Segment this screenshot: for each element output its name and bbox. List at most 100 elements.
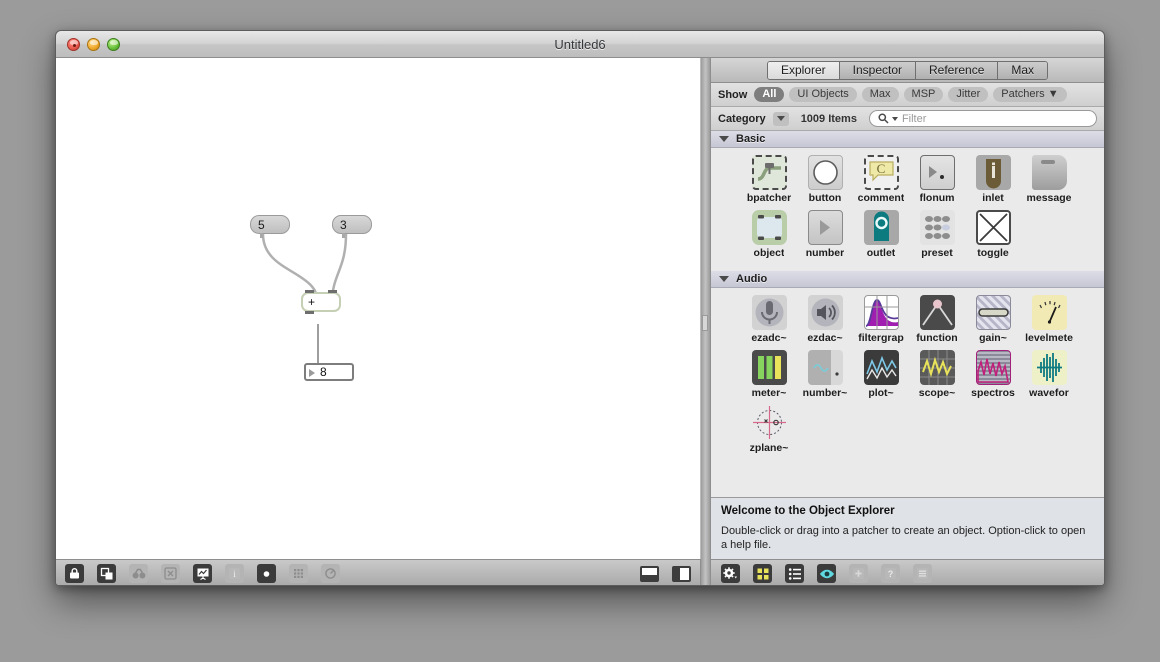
spectroscope-icon (975, 350, 1011, 385)
info-icon[interactable]: i (225, 564, 244, 583)
sidebar-bottom-toolbar: ? (711, 559, 1104, 585)
lock-icon[interactable] (65, 564, 84, 583)
patcher-canvas[interactable]: 5 3 + 8 (56, 58, 701, 559)
palette-item-object[interactable]: object (741, 210, 797, 259)
palette-item-preset[interactable]: preset (909, 210, 965, 259)
disclosure-triangle-icon[interactable] (719, 136, 729, 142)
palette-item-meter[interactable]: meter~ (741, 350, 797, 399)
palette-item-plot[interactable]: plot~ (853, 350, 909, 399)
plus-icon[interactable] (849, 564, 868, 583)
category-dropdown-button[interactable] (772, 111, 789, 126)
divider-grip[interactable] (702, 314, 708, 331)
palette-item-function[interactable]: function (909, 295, 965, 344)
palette-item-comment[interactable]: C comment (853, 155, 909, 204)
search-scope-caret-icon[interactable] (891, 116, 898, 121)
palette-item-filtergraph[interactable]: filtergrap (853, 295, 909, 344)
section-title-basic: Basic (736, 133, 766, 145)
search-input[interactable]: Filter (868, 110, 1097, 127)
chevron-down-icon (776, 116, 785, 121)
palette-label: filtergrap (858, 332, 904, 344)
meter-icon (751, 350, 787, 385)
palette-item-levelmeter[interactable]: levelmete (1021, 295, 1077, 344)
list-view-icon[interactable] (785, 564, 804, 583)
section-header-basic[interactable]: Basic (711, 131, 1104, 148)
filter-pill-all[interactable]: All (754, 87, 785, 102)
palette-item-ezdac[interactable]: ezdac~ (797, 295, 853, 344)
outlet-icon (863, 210, 899, 245)
gain-icon (975, 295, 1011, 330)
waveform-icon (1031, 350, 1067, 385)
message-box-3[interactable]: 3 (332, 215, 372, 238)
grid-icon[interactable] (289, 564, 308, 583)
message-icon (1031, 155, 1067, 190)
palette-label: message (1026, 192, 1072, 204)
info-heading: Welcome to the Object Explorer (721, 505, 895, 517)
palette-item-gain[interactable]: gain~ (965, 295, 1021, 344)
sphere-icon[interactable] (257, 564, 276, 583)
category-label: Category (718, 112, 766, 125)
item-count: 1009 Items (800, 112, 857, 125)
tab-inspector[interactable]: Inspector (839, 61, 916, 79)
section-grid-audio: ezadc~ ezdac~ filtergrap function gain~ … (711, 288, 1104, 466)
close-x-icon[interactable] (161, 564, 180, 583)
dial-icon[interactable] (321, 564, 340, 583)
palette-item-inlet[interactable]: inlet (965, 155, 1021, 204)
title-bar[interactable]: Untitled6 (56, 31, 1104, 58)
eye-icon[interactable] (817, 564, 836, 583)
zplane-icon (751, 405, 787, 440)
palette-label: levelmete (1025, 332, 1073, 344)
palette-item-waveform[interactable]: wavefor (1021, 350, 1077, 399)
palette-item-bpatcher[interactable]: bpatcher (741, 155, 797, 204)
palette-label: gain~ (979, 332, 1007, 344)
ezdac-icon (807, 295, 843, 330)
message-box-5[interactable]: 5 (250, 215, 290, 238)
show-label: Show (718, 88, 748, 101)
filter-pill-ui-objects[interactable]: UI Objects (789, 87, 857, 102)
tab-explorer[interactable]: Explorer (767, 61, 840, 79)
palette-item-button[interactable]: button (797, 155, 853, 204)
palette-label: number (805, 247, 845, 259)
inlet-right (328, 290, 337, 293)
show-filter-row: Show All UI Objects Max MSP Jitter Patch… (711, 83, 1104, 107)
pane-divider[interactable] (701, 58, 710, 585)
number-box-value: 8 (320, 365, 327, 379)
filter-pill-max[interactable]: Max (861, 87, 899, 102)
palette-label: button (808, 192, 842, 204)
object-box-plus[interactable]: + (301, 290, 341, 314)
palette-item-toggle[interactable]: toggle (965, 210, 1021, 259)
disclosure-triangle-icon[interactable] (719, 276, 729, 282)
tab-reference[interactable]: Reference (916, 61, 999, 79)
palette-item-ezadc[interactable]: ezadc~ (741, 295, 797, 344)
palette-item-number-tilde[interactable]: number~ (797, 350, 853, 399)
palette-item-zplane[interactable]: zplane~ (741, 405, 797, 454)
split-vertical-icon[interactable] (672, 565, 691, 582)
palette-label: ezdac~ (807, 332, 843, 344)
palette-item-outlet[interactable]: outlet (853, 210, 909, 259)
svg-text:C: C (876, 161, 885, 176)
grid-view-icon[interactable] (753, 564, 772, 583)
palette-item-scope[interactable]: scope~ (909, 350, 965, 399)
palette-label: object (753, 247, 785, 259)
section-header-audio[interactable]: Audio (711, 271, 1104, 288)
number-box[interactable]: 8 (304, 363, 354, 381)
tab-max[interactable]: Max (998, 61, 1048, 79)
chart-icon[interactable] (193, 564, 212, 583)
palette-label: toggle (977, 247, 1009, 259)
filter-pill-msp[interactable]: MSP (903, 87, 944, 102)
palette-label: wavefor (1029, 387, 1069, 399)
palette-item-flonum[interactable]: flonum (909, 155, 965, 204)
palette-label: zplane~ (749, 442, 789, 454)
presentation-mode-icon[interactable] (97, 564, 116, 583)
menu-icon[interactable] (913, 564, 932, 583)
palette-item-number[interactable]: number (797, 210, 853, 259)
binoculars-icon[interactable] (129, 564, 148, 583)
inlet-icon (975, 155, 1011, 190)
patcher-toolbar: i (56, 559, 701, 585)
filter-pill-jitter[interactable]: Jitter (948, 87, 989, 102)
split-horizontal-icon[interactable] (640, 565, 659, 582)
palette-item-message[interactable]: message (1021, 155, 1077, 204)
gear-icon[interactable] (721, 564, 740, 583)
help-icon[interactable]: ? (881, 564, 900, 583)
palette-item-spectroscope[interactable]: spectros (965, 350, 1021, 399)
filter-pill-patchers[interactable]: Patchers ▼ (993, 87, 1067, 102)
